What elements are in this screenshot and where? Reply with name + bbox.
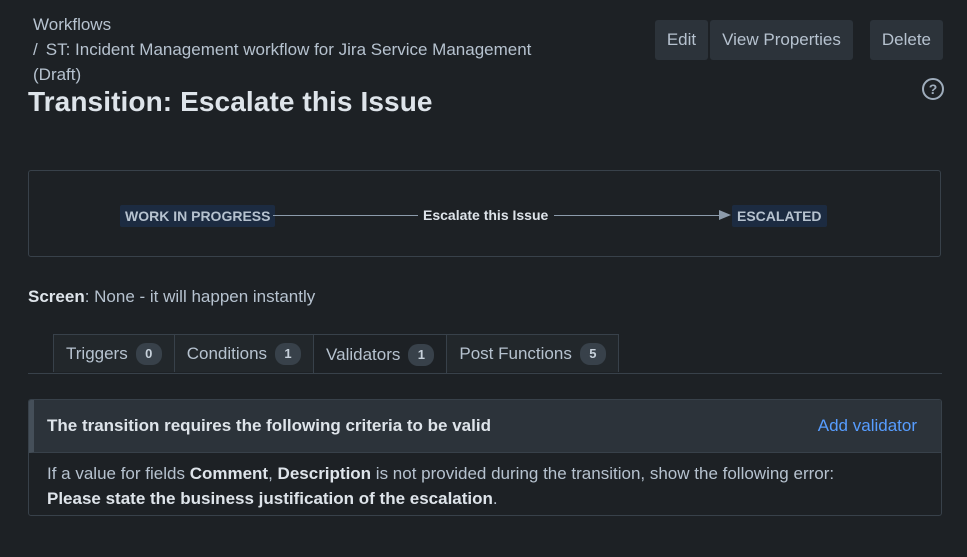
screen-info: Screen: None - it will happen instantly [28, 287, 315, 307]
screen-value: : None - it will happen instantly [84, 287, 316, 306]
validator-text: , [268, 464, 278, 483]
tab-label: Conditions [186, 343, 268, 363]
edit-button[interactable]: Edit [654, 20, 709, 60]
tab-label: Post Functions [459, 343, 572, 363]
breadcrumb-workflows-link[interactable]: Workflows [33, 15, 111, 34]
breadcrumb-workflow-link[interactable]: ST: Incident Management workflow for Jir… [46, 40, 532, 59]
breadcrumb: Workflows / ST: Incident Management workf… [33, 12, 593, 87]
to-status-lozenge: ESCALATED [732, 205, 827, 227]
screen-label: Screen [28, 287, 85, 306]
page-title: Transition: Escalate this Issue [28, 86, 433, 117]
tabs-divider [28, 373, 942, 374]
action-toolbar: Edit View Properties Delete [654, 20, 943, 60]
help-icon[interactable]: ? [922, 78, 944, 100]
validator-text: is not provided during the transition, s… [371, 464, 835, 483]
validator-text: If a value for fields [47, 464, 190, 483]
field-description: Description [277, 464, 372, 483]
transition-diagram: WORK IN PROGRESS Escalate this Issue ESC… [28, 170, 941, 257]
tab-post-functions[interactable]: Post Functions 5 [446, 334, 619, 372]
view-properties-button[interactable]: View Properties [710, 20, 853, 60]
transition-line-left [273, 215, 418, 216]
count-badge: 1 [275, 342, 302, 365]
validator-text: . [492, 489, 498, 508]
breadcrumb-separator: / [33, 40, 38, 59]
transition-tabs: Triggers 0 Conditions 1 Validators 1 Pos… [53, 334, 619, 374]
validator-description: If a value for fields Comment, Descripti… [29, 453, 941, 511]
delete-button[interactable]: Delete [869, 20, 943, 60]
tab-conditions[interactable]: Conditions 1 [173, 334, 315, 372]
tab-triggers[interactable]: Triggers 0 [53, 334, 175, 372]
from-status-lozenge: WORK IN PROGRESS [120, 205, 276, 227]
add-validator-link[interactable]: Add validator [818, 416, 917, 436]
field-comment: Comment [189, 464, 269, 483]
breadcrumb-workflow-item: / ST: Incident Management workflow for Ji… [33, 37, 593, 62]
validator-error-message: Please state the business justification … [47, 489, 493, 508]
validators-panel: The transition requires the following cr… [28, 399, 942, 516]
tab-label: Triggers [66, 343, 128, 363]
count-badge: 5 [579, 342, 606, 365]
tab-validators[interactable]: Validators 1 [313, 334, 448, 374]
arrow-right-icon [719, 210, 731, 220]
breadcrumb-draft-state: (Draft) [33, 65, 82, 84]
tab-label: Validators [326, 344, 401, 364]
count-badge: 1 [408, 343, 435, 366]
count-badge: 0 [135, 342, 162, 365]
panel-title: The transition requires the following cr… [47, 416, 491, 435]
transition-line-right [554, 215, 729, 216]
panel-header: The transition requires the following cr… [29, 400, 941, 453]
transition-name-label: Escalate this Issue [423, 207, 549, 223]
